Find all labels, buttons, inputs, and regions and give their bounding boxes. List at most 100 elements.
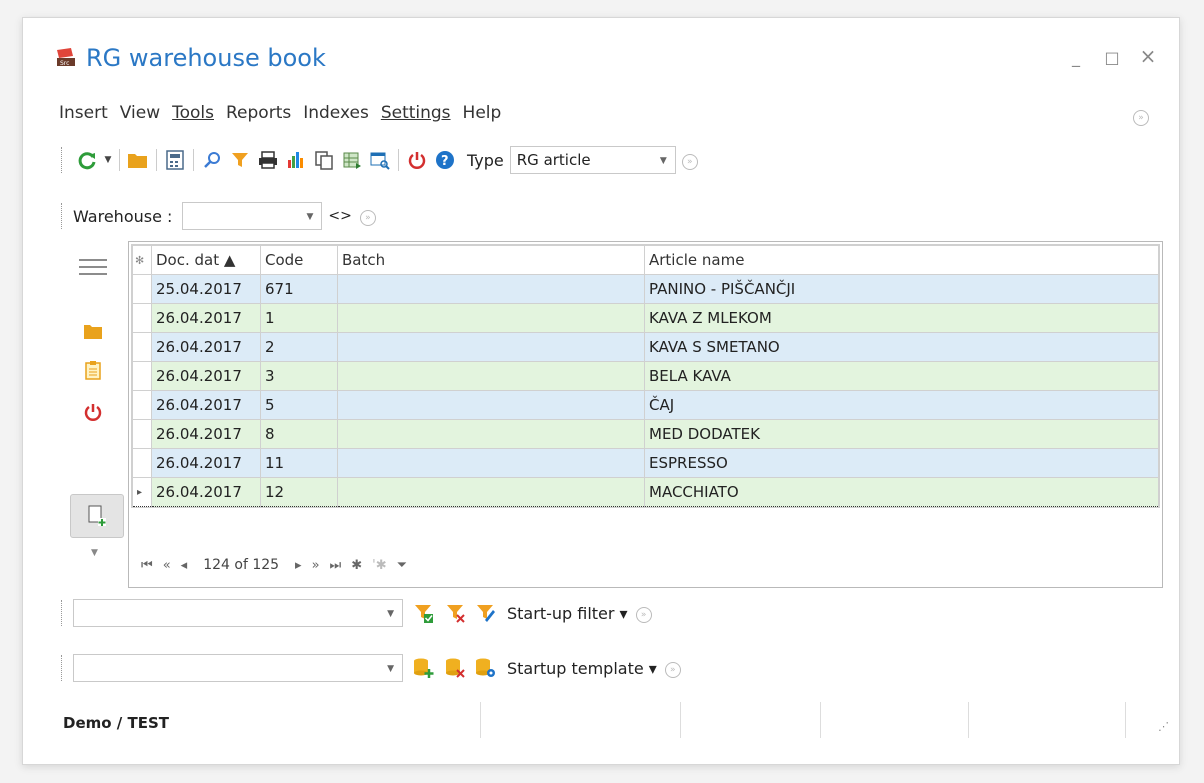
refresh-dropdown-icon[interactable]: ▼: [101, 146, 115, 174]
cell-batch[interactable]: [337, 274, 645, 304]
warehouse-select[interactable]: ▼: [182, 202, 323, 230]
cell-batch[interactable]: [337, 477, 645, 507]
warehouse-options-icon[interactable]: »: [359, 206, 376, 226]
cell-doc-date[interactable]: 26.04.2017: [151, 361, 261, 391]
cell-batch[interactable]: [337, 448, 645, 478]
apply-filter-icon[interactable]: [413, 602, 435, 624]
calculator-icon[interactable]: [161, 146, 189, 174]
add-record-button[interactable]: [70, 494, 124, 538]
filter-options-icon[interactable]: »: [635, 603, 652, 623]
power-icon[interactable]: [84, 402, 102, 422]
delete-template-icon[interactable]: [445, 657, 467, 679]
add-template-icon[interactable]: [413, 657, 435, 679]
cell-batch[interactable]: [337, 361, 645, 391]
startup-template-label[interactable]: Startup template ▾: [507, 659, 657, 678]
column-header-article-name[interactable]: Article name: [644, 245, 1159, 275]
cell-doc-date[interactable]: 25.04.2017: [151, 274, 261, 304]
first-record-icon[interactable]: ⏮: [141, 558, 153, 573]
prev-page-icon[interactable]: «: [163, 558, 171, 573]
toolbar-grip[interactable]: [61, 203, 65, 229]
cell-batch[interactable]: [337, 419, 645, 449]
template-options-icon[interactable]: »: [664, 658, 681, 678]
menu-item-indexes[interactable]: Indexes: [303, 103, 369, 123]
search-icon[interactable]: [198, 146, 226, 174]
table-row[interactable]: 26.04.2017 5 ČAJ: [132, 390, 1159, 420]
cell-batch[interactable]: [337, 390, 645, 420]
cell-doc-date[interactable]: 26.04.2017: [151, 419, 261, 449]
cell-doc-date[interactable]: 26.04.2017: [151, 332, 261, 362]
grid-export-icon[interactable]: [338, 146, 366, 174]
chevron-down-icon[interactable]: ▼: [91, 548, 98, 558]
hamburger-menu-icon[interactable]: [79, 258, 107, 276]
menu-options-icon[interactable]: »: [1133, 106, 1149, 126]
table-row[interactable]: ▸ 26.04.2017 12 MACCHIATO: [132, 477, 1159, 507]
nav-filter-icon[interactable]: ⏷: [397, 558, 407, 573]
toolbar-options-icon[interactable]: »: [681, 150, 698, 170]
template-settings-icon[interactable]: [475, 657, 497, 679]
column-header-code[interactable]: Code: [260, 245, 338, 275]
table-row[interactable]: 26.04.2017 2 KAVA S SMETANO: [132, 332, 1159, 362]
filter-icon[interactable]: [226, 146, 254, 174]
menu-item-settings[interactable]: Settings: [381, 103, 451, 123]
table-row[interactable]: 26.04.2017 3 BELA KAVA: [132, 361, 1159, 391]
column-header-batch[interactable]: Batch: [337, 245, 645, 275]
cell-code[interactable]: 11: [260, 448, 338, 478]
next-record-icon[interactable]: ▸: [295, 558, 302, 573]
startup-filter-label[interactable]: Start-up filter ▾: [507, 604, 628, 623]
open-folder-icon[interactable]: [124, 146, 152, 174]
menu-item-insert[interactable]: Insert: [59, 103, 108, 123]
open-folder-icon[interactable]: [83, 322, 103, 340]
cell-code[interactable]: 8: [260, 419, 338, 449]
edit-filter-icon[interactable]: [475, 602, 497, 624]
table-search-icon[interactable]: [366, 146, 394, 174]
navigate-button[interactable]: <>: [328, 208, 351, 224]
resize-grip-icon[interactable]: ⋰: [1158, 720, 1169, 733]
cell-article-name[interactable]: MED DODATEK: [644, 419, 1159, 449]
append-record-icon[interactable]: ✱: [351, 558, 362, 573]
cell-article-name[interactable]: PANINO - PIŠČANČJI: [644, 274, 1159, 304]
bar-chart-icon[interactable]: [282, 146, 310, 174]
menu-item-view[interactable]: View: [120, 103, 160, 123]
power-icon[interactable]: [403, 146, 431, 174]
help-icon[interactable]: ?: [431, 146, 459, 174]
cell-code[interactable]: 3: [260, 361, 338, 391]
cell-batch[interactable]: [337, 332, 645, 362]
copy-icon[interactable]: [310, 146, 338, 174]
table-row[interactable]: 25.04.2017 671 PANINO - PIŠČANČJI: [132, 274, 1159, 304]
toolbar-grip[interactable]: [61, 600, 65, 626]
cell-doc-date[interactable]: 26.04.2017: [151, 303, 261, 333]
last-record-icon[interactable]: ⏭: [330, 558, 342, 573]
cell-batch[interactable]: [337, 303, 645, 333]
close-button[interactable]: ×: [1137, 44, 1159, 68]
cell-code[interactable]: 1: [260, 303, 338, 333]
cell-doc-date[interactable]: 26.04.2017: [151, 448, 261, 478]
cell-article-name[interactable]: MACCHIATO: [644, 477, 1159, 507]
cell-doc-date[interactable]: 26.04.2017: [151, 477, 261, 507]
table-row[interactable]: 26.04.2017 1 KAVA Z MLEKOM: [132, 303, 1159, 333]
menu-item-tools[interactable]: Tools: [172, 103, 214, 123]
prev-record-icon[interactable]: ◂: [181, 558, 188, 573]
clear-filter-icon[interactable]: [445, 602, 467, 624]
toolbar-grip[interactable]: [61, 147, 65, 173]
maximize-button[interactable]: □: [1101, 48, 1123, 67]
toolbar-grip[interactable]: [61, 655, 65, 681]
menu-item-reports[interactable]: Reports: [226, 103, 291, 123]
column-header-doc-date[interactable]: Doc. dat ▲: [151, 245, 261, 275]
clipboard-icon[interactable]: [85, 360, 101, 380]
cell-article-name[interactable]: ČAJ: [644, 390, 1159, 420]
cell-doc-date[interactable]: 26.04.2017: [151, 390, 261, 420]
cell-article-name[interactable]: KAVA Z MLEKOM: [644, 303, 1159, 333]
cell-article-name[interactable]: ESPRESSO: [644, 448, 1159, 478]
print-icon[interactable]: [254, 146, 282, 174]
refresh-icon[interactable]: [73, 146, 101, 174]
minimize-button[interactable]: _: [1065, 48, 1087, 67]
cell-code[interactable]: 5: [260, 390, 338, 420]
cell-code[interactable]: 671: [260, 274, 338, 304]
menu-item-help[interactable]: Help: [463, 103, 502, 123]
table-row[interactable]: 26.04.2017 11 ESPRESSO: [132, 448, 1159, 478]
next-page-icon[interactable]: »: [312, 558, 320, 573]
filter-select[interactable]: ▼: [73, 599, 403, 627]
cancel-edit-icon[interactable]: '✱: [372, 558, 386, 573]
cell-code[interactable]: 12: [260, 477, 338, 507]
type-select[interactable]: RG article ▼: [509, 146, 676, 174]
